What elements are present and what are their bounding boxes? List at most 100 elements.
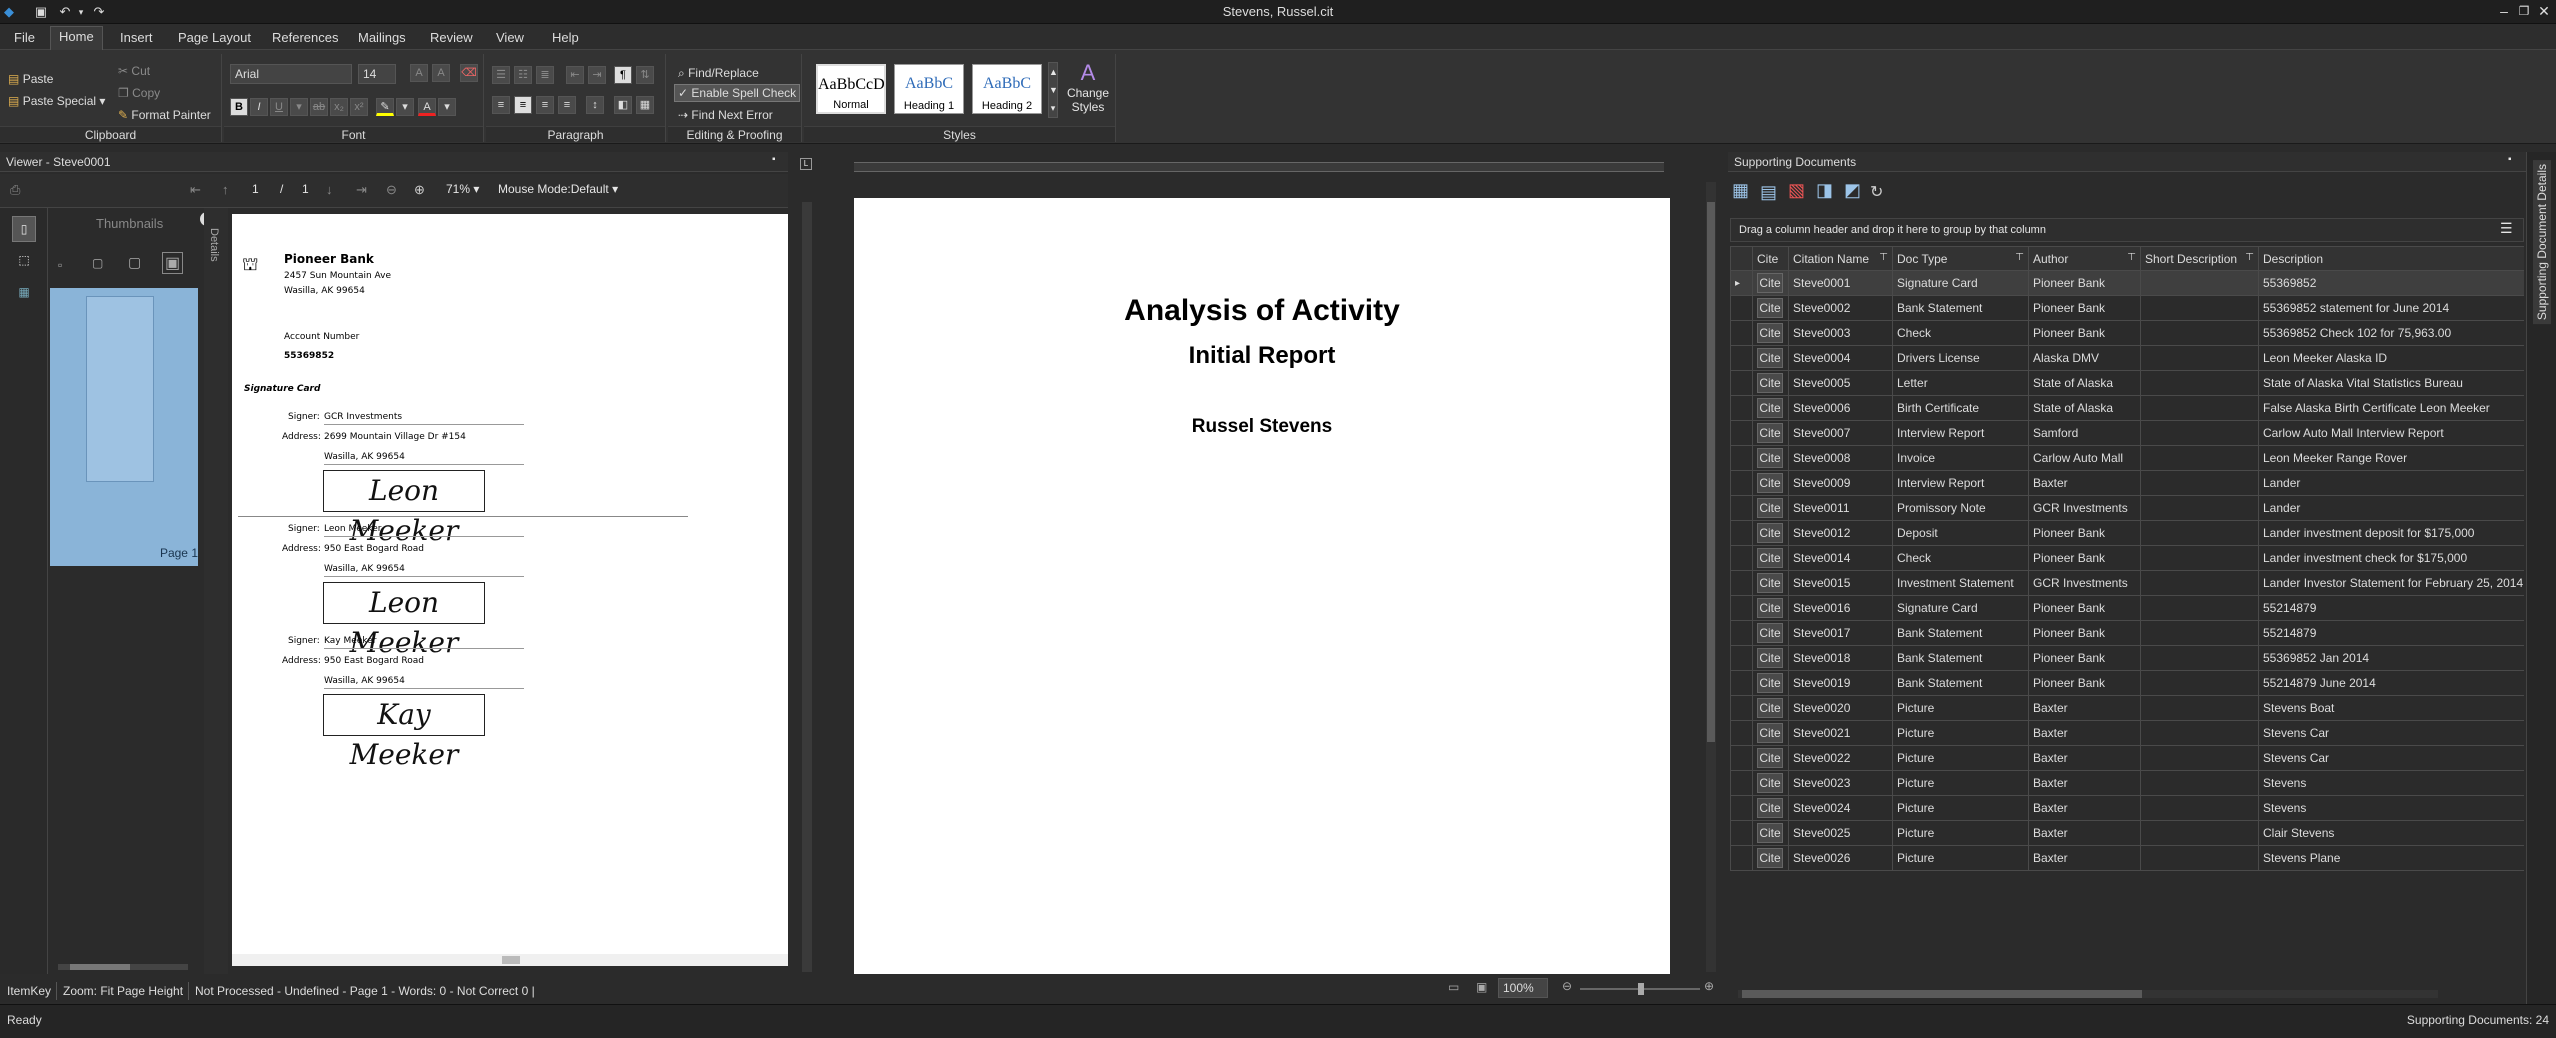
doc-type-cell[interactable]: Interview Report: [1892, 470, 2029, 496]
citation-name-cell[interactable]: Steve0026: [1788, 845, 1893, 871]
cite-button[interactable]: Cite: [1757, 348, 1783, 368]
decrease-indent-icon[interactable]: ⇤: [566, 66, 584, 84]
print-layout-icon[interactable]: ▭: [1448, 980, 1459, 994]
style-heading-1[interactable]: AaBbC Heading 1: [894, 64, 964, 114]
cite-button[interactable]: Cite: [1757, 423, 1783, 443]
author-cell[interactable]: State of Alaska: [2028, 370, 2141, 396]
author-cell[interactable]: Baxter: [2028, 795, 2141, 821]
short-description-cell[interactable]: [2140, 820, 2259, 846]
row-indicator[interactable]: [1730, 670, 1753, 696]
cite-cell[interactable]: Cite: [1752, 345, 1789, 371]
author-cell[interactable]: Baxter: [2028, 695, 2141, 721]
cite-cell[interactable]: Cite: [1752, 770, 1789, 796]
cite-button[interactable]: Cite: [1757, 848, 1783, 868]
doc-type-cell[interactable]: Bank Statement: [1892, 295, 2029, 321]
description-cell[interactable]: Lander investment deposit for $175,000: [2258, 520, 2524, 546]
citation-name-cell[interactable]: Steve0008: [1788, 445, 1893, 471]
row-indicator[interactable]: [1730, 320, 1753, 346]
italic-icon[interactable]: I: [250, 98, 268, 116]
thumbnails-tab-icon[interactable]: ▯: [12, 216, 36, 242]
citation-name-cell[interactable]: Steve0021: [1788, 720, 1893, 746]
filter-icon[interactable]: ⊤: [2015, 252, 2024, 263]
citation-name-cell[interactable]: Steve0012: [1788, 520, 1893, 546]
cite-cell[interactable]: Cite: [1752, 545, 1789, 571]
short-description-cell[interactable]: [2140, 470, 2259, 496]
short-description-cell[interactable]: [2140, 420, 2259, 446]
filter-icon[interactable]: ⊤: [2127, 252, 2136, 263]
menu-insert[interactable]: Insert: [112, 28, 161, 48]
cite-cell[interactable]: Cite: [1752, 620, 1789, 646]
row-indicator[interactable]: [1730, 795, 1753, 821]
table-view-icon[interactable]: ▤: [1760, 182, 1777, 203]
doc-type-cell[interactable]: Deposit: [1892, 520, 2029, 546]
table-row[interactable]: Cite Steve0011 Promissory Note GCR Investme…: [1730, 495, 2524, 521]
table-row[interactable]: Cite Steve0005 Letter State of Alaska State …: [1730, 370, 2524, 396]
cite-cell[interactable]: Cite: [1752, 370, 1789, 396]
citation-name-cell[interactable]: Steve0017: [1788, 620, 1893, 646]
description-cell[interactable]: Leon Meeker Alaska ID: [2258, 345, 2524, 371]
doc-type-cell[interactable]: Letter: [1892, 370, 2029, 396]
short-description-cell[interactable]: [2140, 720, 2259, 746]
thumb-xlarge-icon[interactable]: ▣: [162, 252, 184, 274]
short-description-cell[interactable]: [2140, 745, 2259, 771]
tab-selector-icon[interactable]: L: [800, 158, 812, 170]
column-header-doc-type[interactable]: Doc Type ⊤: [1892, 246, 2029, 271]
citation-name-cell[interactable]: Steve0014: [1788, 545, 1893, 571]
short-description-cell[interactable]: [2140, 270, 2259, 296]
cut-button[interactable]: ✂ Cut: [118, 64, 150, 78]
menu-page-layout[interactable]: Page Layout: [170, 28, 259, 48]
row-indicator[interactable]: [1730, 420, 1753, 446]
description-cell[interactable]: Stevens: [2258, 770, 2524, 796]
filter-icon[interactable]: ⊤: [2245, 252, 2254, 263]
details-tab[interactable]: Details: [208, 228, 220, 262]
citation-name-cell[interactable]: Steve0007: [1788, 420, 1893, 446]
zoom-in-icon[interactable]: ⊕: [414, 182, 425, 198]
author-cell[interactable]: Alaska DMV: [2028, 345, 2141, 371]
row-indicator[interactable]: [1730, 295, 1753, 321]
zoom-out-icon[interactable]: ⊖: [386, 182, 397, 198]
short-description-cell[interactable]: [2140, 370, 2259, 396]
cite-cell[interactable]: Cite: [1752, 845, 1789, 871]
row-indicator[interactable]: ▸: [1730, 270, 1753, 296]
description-cell[interactable]: Lander: [2258, 470, 2524, 496]
align-center-icon[interactable]: ≡: [514, 96, 532, 114]
column-header-description[interactable]: Description: [2258, 246, 2524, 271]
menu-file[interactable]: File: [6, 28, 43, 48]
styles-scroll[interactable]: ▲ ▼ ▾: [1048, 62, 1058, 118]
cite-cell[interactable]: Cite: [1752, 570, 1789, 596]
short-description-cell[interactable]: [2140, 295, 2259, 321]
borders-icon[interactable]: ▦: [636, 96, 654, 114]
align-left-icon[interactable]: ≡: [492, 96, 510, 114]
doc-type-cell[interactable]: Picture: [1892, 845, 2029, 871]
refresh-icon[interactable]: ↻: [1870, 182, 1883, 202]
viewer-zoom-select[interactable]: 71% ▾: [446, 182, 479, 196]
web-layout-icon[interactable]: ▣: [1476, 980, 1487, 994]
justify-icon[interactable]: ≡: [558, 96, 576, 114]
row-indicator[interactable]: [1730, 370, 1753, 396]
author-cell[interactable]: Pioneer Bank: [2028, 545, 2141, 571]
highlight-icon[interactable]: ✎: [376, 98, 394, 116]
grow-font-icon[interactable]: A: [410, 64, 428, 82]
prev-page-icon[interactable]: ↑: [222, 182, 229, 197]
doc-type-cell[interactable]: Picture: [1892, 720, 2029, 746]
group-by-area[interactable]: Drag a column header and drop it here to…: [1730, 218, 2524, 242]
table-row[interactable]: Cite Steve0015 Investment Statement GCR Inv…: [1730, 570, 2524, 596]
page-thumbnail[interactable]: Page 1: [50, 288, 198, 566]
font-size-select[interactable]: 14: [358, 64, 396, 84]
menu-view[interactable]: View: [488, 28, 532, 48]
paste-special-button[interactable]: ▤ Paste Special ▾: [8, 94, 105, 108]
cite-cell[interactable]: Cite: [1752, 695, 1789, 721]
align-right-icon[interactable]: ≡: [536, 96, 554, 114]
cite-button[interactable]: Cite: [1757, 323, 1783, 343]
filter-icon[interactable]: ⊤: [1879, 252, 1888, 263]
doc-type-cell[interactable]: Bank Statement: [1892, 620, 2029, 646]
cite-button[interactable]: Cite: [1757, 373, 1783, 393]
table-row[interactable]: Cite Steve0016 Signature Card Pioneer Bank 5…: [1730, 595, 2524, 621]
underline-dropdown-icon[interactable]: ▾: [290, 98, 308, 116]
row-indicator[interactable]: [1730, 720, 1753, 746]
enable-spell-check-button[interactable]: ✓ Enable Spell Check: [674, 84, 801, 102]
thumb-large-icon[interactable]: ▢: [128, 254, 141, 271]
shading-icon[interactable]: ◧: [614, 96, 632, 114]
cite-button[interactable]: Cite: [1757, 473, 1783, 493]
multilevel-list-icon[interactable]: ≣: [536, 66, 554, 84]
